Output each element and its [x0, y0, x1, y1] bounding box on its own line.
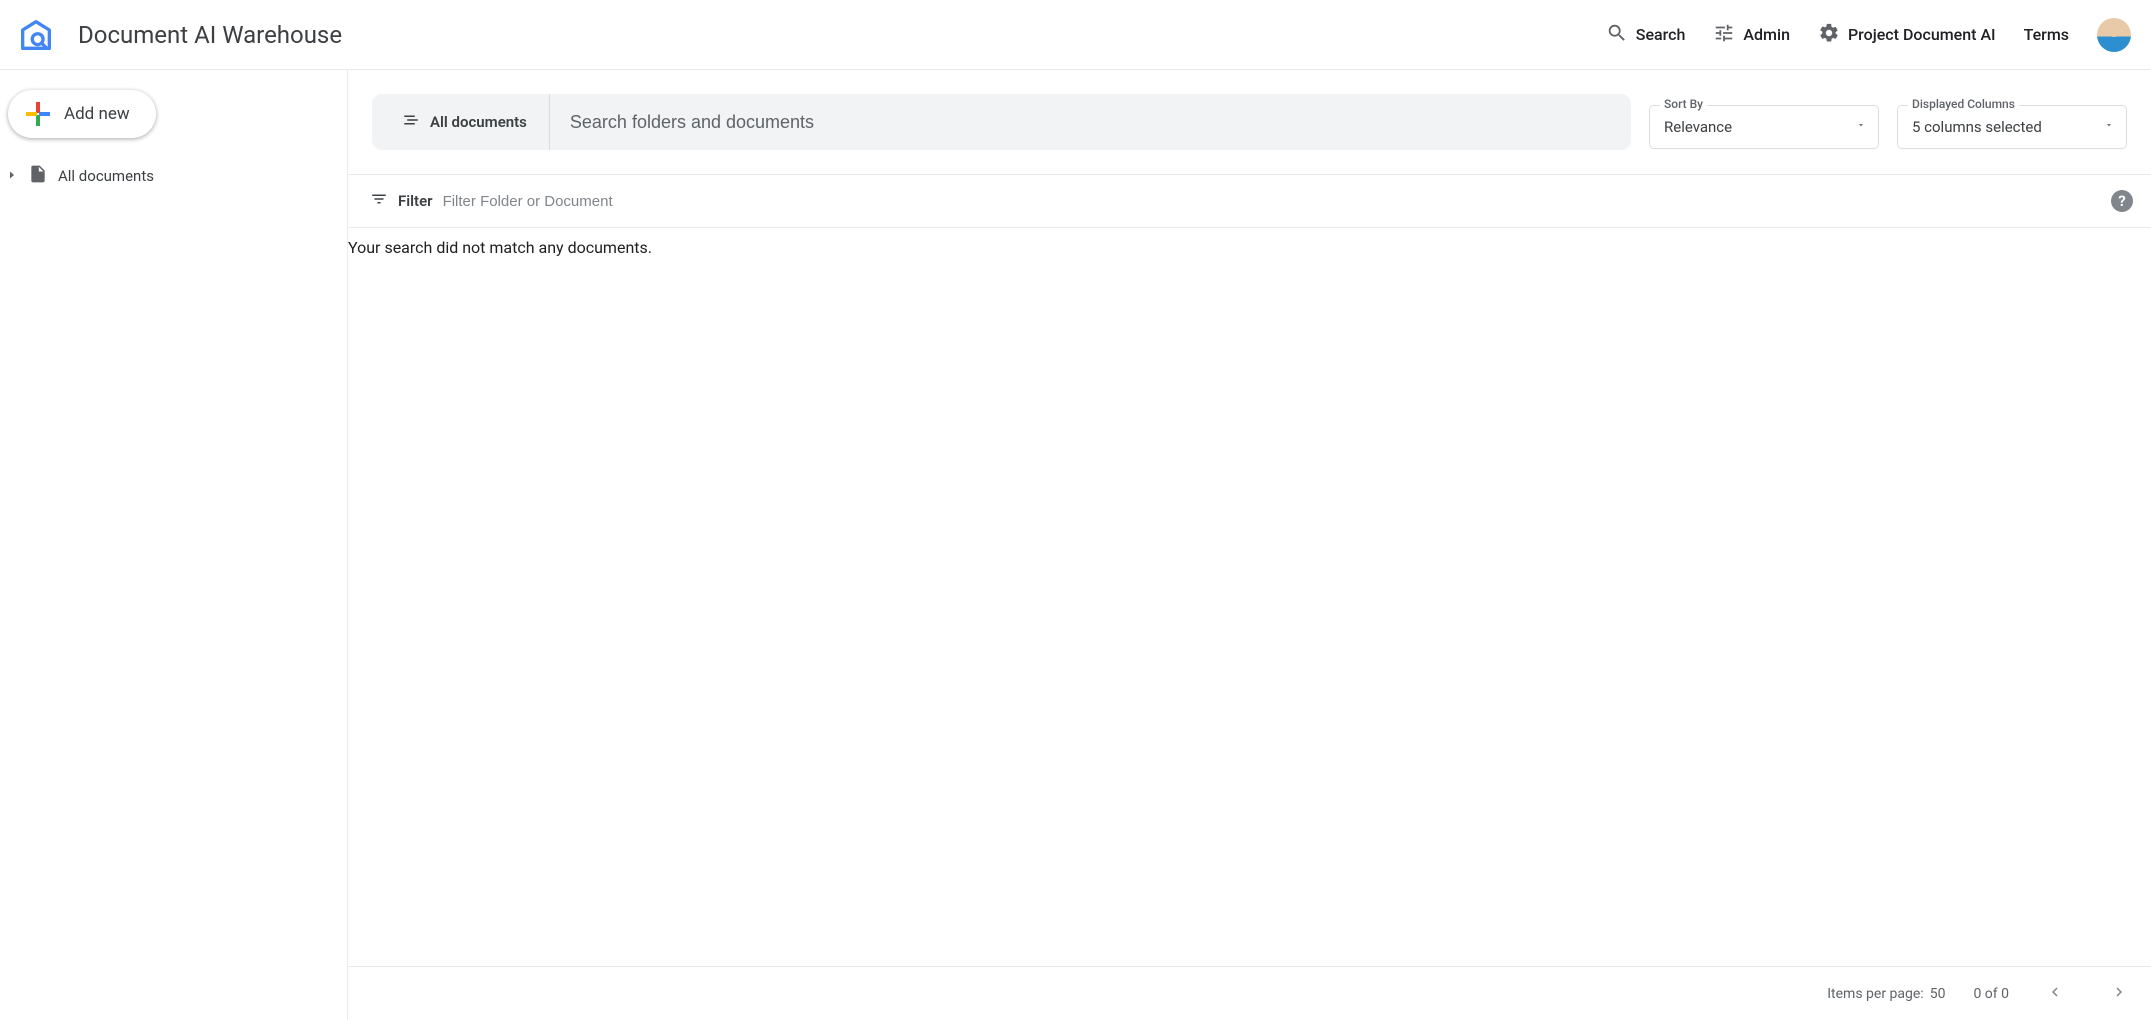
search-group: All documents [372, 94, 1631, 150]
items-per-page-label: Items per page: [1827, 986, 1923, 1002]
sidebar-item-label: All documents [58, 167, 154, 185]
sidebar: Add new All documents [0, 70, 348, 1020]
project-nav-button[interactable]: Project Document AI [1804, 14, 2010, 56]
page-range-text: 0 of 0 [1973, 986, 2009, 1002]
app-header: Document AI Warehouse Search Admin Proje… [0, 0, 2151, 70]
filter-icon [370, 190, 388, 212]
help-icon[interactable]: ? [2111, 190, 2133, 212]
app-title: Document AI Warehouse [78, 21, 342, 49]
scope-chip-label: All documents [430, 113, 527, 131]
avatar[interactable] [2097, 18, 2131, 52]
search-input[interactable] [550, 112, 1631, 133]
search-icon [1606, 22, 1628, 48]
sidebar-item-all-documents[interactable]: All documents [0, 158, 347, 194]
controls-row: All documents Sort By Relevance Displaye… [348, 70, 2151, 174]
search-nav-button[interactable]: Search [1592, 14, 1700, 56]
prev-page-button[interactable] [2037, 976, 2073, 1012]
main-area: All documents Sort By Relevance Displaye… [348, 70, 2151, 1020]
project-nav-label: Project Document AI [1848, 25, 1996, 44]
displayed-columns-value: 5 columns selected [1912, 118, 2042, 136]
tune-icon [1713, 22, 1735, 48]
admin-nav-label: Admin [1743, 25, 1790, 44]
chevron-down-icon [1856, 118, 1866, 134]
displayed-columns-label: Displayed Columns [1908, 97, 2019, 111]
filter-label: Filter [398, 192, 433, 210]
sort-by-label: Sort By [1660, 97, 1707, 111]
list-icon [402, 111, 420, 133]
chevron-right-icon [6, 167, 18, 185]
search-nav-label: Search [1636, 25, 1686, 44]
chevron-right-icon [2110, 983, 2128, 1005]
plus-icon [26, 102, 50, 126]
filter-input[interactable] [443, 193, 2101, 210]
document-icon [28, 164, 48, 188]
add-new-button[interactable]: Add new [8, 90, 156, 138]
displayed-columns-select[interactable]: Displayed Columns 5 columns selected [1897, 105, 2127, 149]
app-logo-icon[interactable] [12, 11, 60, 59]
sort-by-select[interactable]: Sort By Relevance [1649, 105, 1879, 149]
paginator: Items per page: 50 0 of 0 [348, 966, 2151, 1020]
add-new-label: Add new [64, 104, 130, 124]
next-page-button[interactable] [2101, 976, 2137, 1012]
gear-icon [1818, 22, 1840, 48]
scope-chip[interactable]: All documents [372, 94, 550, 150]
filter-row: Filter ? [348, 174, 2151, 228]
chevron-left-icon [2046, 983, 2064, 1005]
chevron-down-icon [2104, 118, 2114, 134]
sort-by-value: Relevance [1664, 118, 1732, 136]
admin-nav-button[interactable]: Admin [1699, 14, 1804, 56]
terms-nav-button[interactable]: Terms [2010, 17, 2083, 52]
empty-results-message: Your search did not match any documents. [348, 228, 2151, 257]
terms-nav-label: Terms [2024, 25, 2069, 44]
items-per-page-value[interactable]: 50 [1930, 986, 1946, 1002]
